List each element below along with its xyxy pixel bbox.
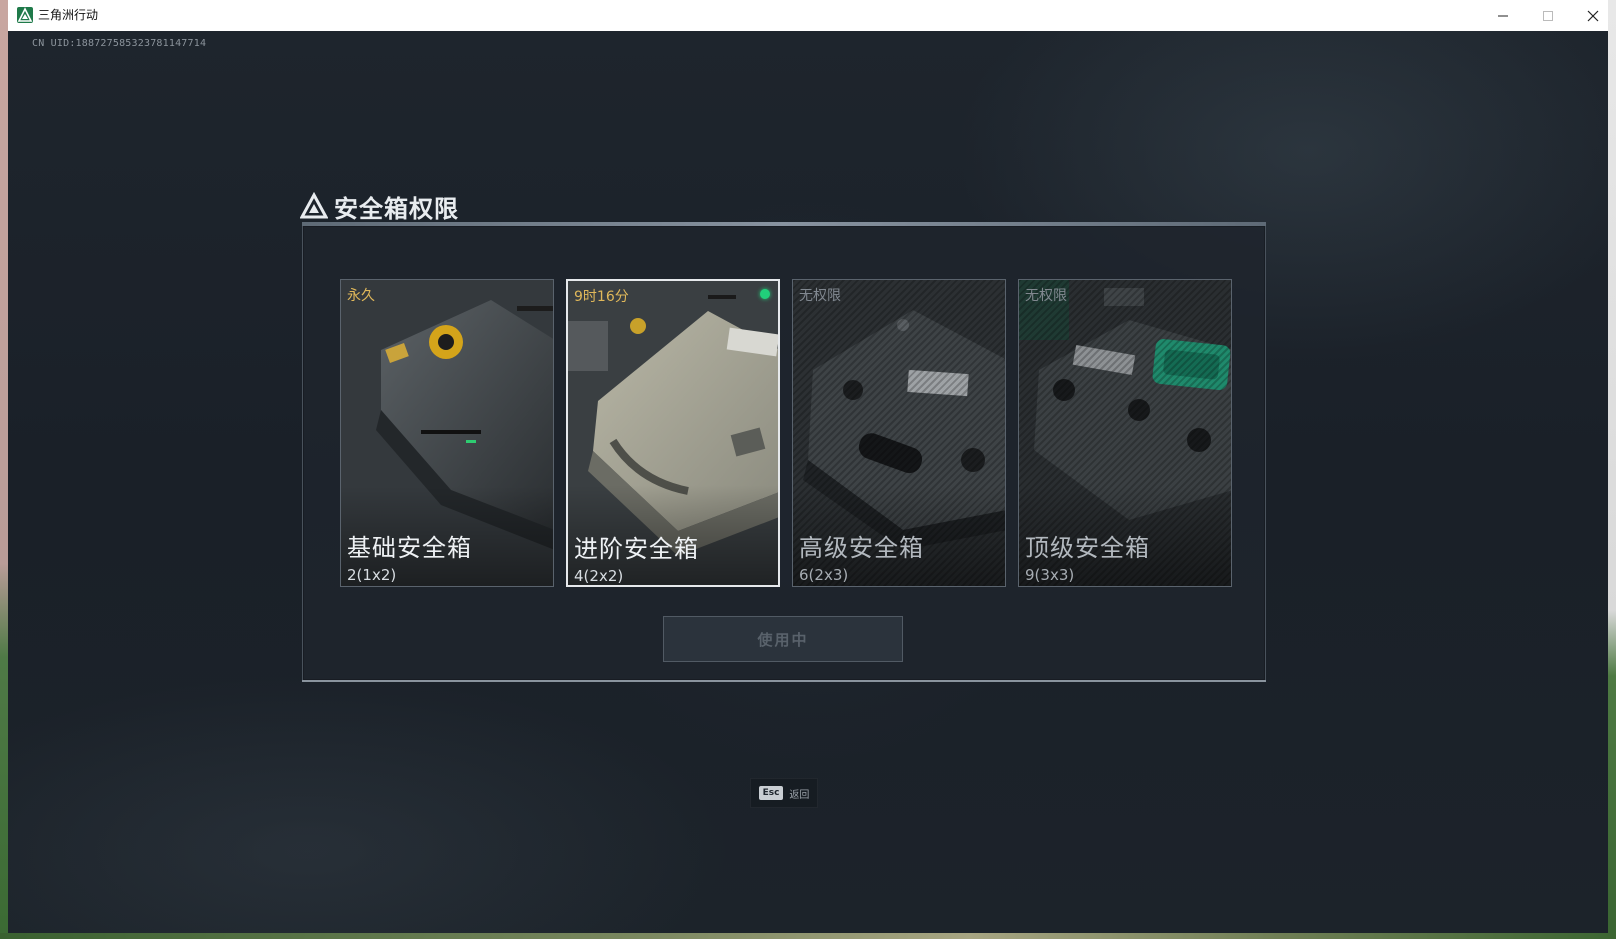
card-capacity: 4(2x2): [574, 567, 624, 585]
safe-box-card-premium[interactable]: 无权限 高级安全箱 6(2x3): [792, 279, 1006, 587]
desktop-left-edge: [0, 0, 8, 939]
card-capacity: 2(1x2): [347, 566, 397, 584]
safe-box-card-basic[interactable]: 永久 基础安全箱 2(1x2): [340, 279, 554, 587]
uid-label: CN UID:188727585323781147714: [32, 38, 207, 49]
esc-back-hint[interactable]: Esc 返回: [750, 778, 818, 808]
panel-header: 安全箱权限: [300, 186, 459, 226]
card-capacity: 9(3x3): [1025, 566, 1075, 584]
desktop-bottom-edge: [0, 933, 1616, 939]
maximize-button[interactable]: [1525, 0, 1571, 31]
desktop-right-edge: [1608, 0, 1616, 939]
card-status: 无权限: [799, 288, 841, 304]
card-status: 永久: [347, 288, 375, 304]
panel-title: 安全箱权限: [334, 194, 459, 223]
minimize-icon: [1498, 15, 1508, 16]
safe-box-card-top[interactable]: 无权限 顶级安全箱 9(3x3): [1018, 279, 1232, 587]
card-name: 基础安全箱: [347, 534, 472, 562]
card-name: 进阶安全箱: [574, 535, 699, 563]
in-use-button[interactable]: 使用中: [663, 616, 903, 662]
close-button[interactable]: [1570, 0, 1616, 31]
minimize-button[interactable]: [1480, 0, 1526, 31]
safe-box-card-advanced[interactable]: 9时16分 进阶安全箱 4(2x2): [566, 279, 780, 587]
maximize-icon: [1543, 10, 1553, 21]
esc-key-icon: Esc: [758, 786, 784, 800]
delta-logo-icon: [300, 192, 328, 219]
active-indicator: [760, 289, 770, 299]
card-name: 高级安全箱: [799, 534, 924, 562]
panel-bottom-divider: [302, 680, 1266, 682]
app-logo-icon: [17, 7, 33, 23]
window-title: 三角洲行动: [38, 8, 99, 22]
back-label: 返回: [789, 789, 810, 801]
window-titlebar[interactable]: 三角洲行动: [8, 0, 1608, 32]
card-status: 9时16分: [574, 289, 629, 305]
close-icon: [1587, 10, 1599, 21]
card-capacity: 6(2x3): [799, 566, 849, 584]
card-name: 顶级安全箱: [1025, 534, 1150, 562]
card-status: 无权限: [1025, 288, 1067, 304]
